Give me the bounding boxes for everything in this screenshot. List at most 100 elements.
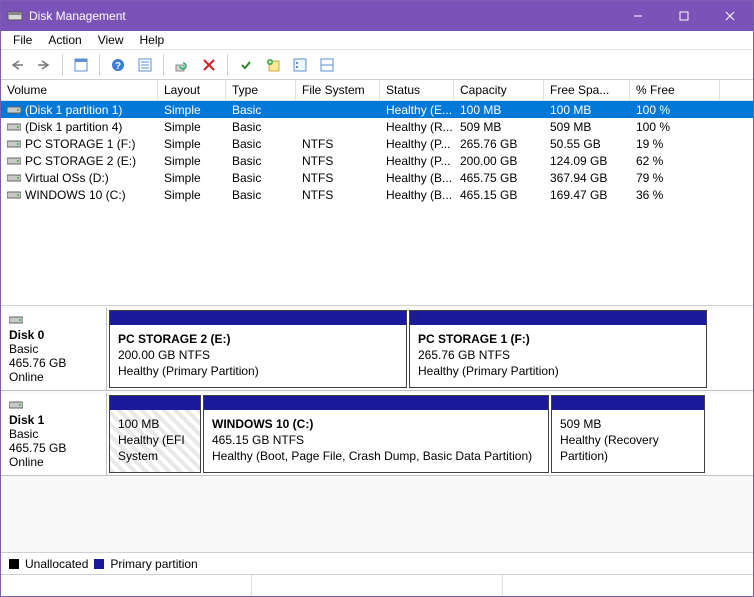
col-layout[interactable]: Layout (158, 80, 226, 100)
col-capacity[interactable]: Capacity (454, 80, 544, 100)
separator (227, 54, 228, 76)
partition[interactable]: PC STORAGE 2 (E:)200.00 GB NTFSHealthy (… (109, 310, 407, 388)
col-freespace[interactable]: Free Spa... (544, 80, 630, 100)
legend-swatch-unallocated (9, 559, 19, 569)
menu-action[interactable]: Action (40, 32, 89, 48)
volume-pct: 79 % (630, 171, 720, 185)
volume-fs: NTFS (296, 137, 380, 151)
disk-state: Online (9, 455, 44, 469)
volume-type: Basic (226, 103, 296, 117)
menubar: File Action View Help (1, 31, 753, 50)
volume-row[interactable]: (Disk 1 partition 1)SimpleBasicHealthy (… (1, 101, 753, 118)
show-console-tree-button[interactable] (69, 53, 93, 77)
maximize-button[interactable] (661, 1, 707, 31)
partition[interactable]: PC STORAGE 1 (F:)265.76 GB NTFSHealthy (… (409, 310, 707, 388)
volume-pct: 62 % (630, 154, 720, 168)
partition-size: 465.15 GB NTFS (212, 433, 304, 447)
menu-file[interactable]: File (5, 32, 40, 48)
statusbar (1, 574, 753, 596)
options-button[interactable] (288, 53, 312, 77)
titlebar[interactable]: Disk Management (1, 1, 753, 31)
partition[interactable]: WINDOWS 10 (C:) 465.15 GB NTFS Healthy (Bo… (203, 395, 549, 473)
disk-row: Disk 1Basic465.75 GBOnline 100 MB Healthy … (1, 393, 753, 476)
check-button[interactable] (234, 53, 258, 77)
minimize-button[interactable] (615, 1, 661, 31)
col-pctfree[interactable]: % Free (630, 80, 720, 100)
disk-management-window: Disk Management File Action View Help ? (0, 0, 754, 597)
volume-row[interactable]: WINDOWS 10 (C:)SimpleBasicNTFSHealthy (B… (1, 186, 753, 203)
col-status[interactable]: Status (380, 80, 454, 100)
volume-free: 509 MB (544, 120, 630, 134)
volume-layout: Simple (158, 154, 226, 168)
volume-layout: Simple (158, 171, 226, 185)
volume-free: 100 MB (544, 103, 630, 117)
partition-colorbar (110, 311, 406, 325)
col-volume[interactable]: Volume (1, 80, 158, 100)
disk-label[interactable]: Disk 0Basic465.76 GBOnline (1, 308, 107, 390)
separator (62, 54, 63, 76)
volume-layout: Simple (158, 137, 226, 151)
volume-capacity: 200.00 GB (454, 154, 544, 168)
volume-capacity: 465.75 GB (454, 171, 544, 185)
volume-type: Basic (226, 154, 296, 168)
refresh-button[interactable] (170, 53, 194, 77)
disk-partitions: PC STORAGE 2 (E:) 200.00 GB NTFS Healthy (… (107, 308, 753, 390)
new-volume-button[interactable] (261, 53, 285, 77)
forward-button[interactable] (32, 53, 56, 77)
svg-text:?: ? (115, 61, 121, 72)
volume-pct: 100 % (630, 103, 720, 117)
volume-row[interactable]: (Disk 1 partition 4)SimpleBasicHealthy (… (1, 118, 753, 135)
partition[interactable]: 509 MBHealthy (Recovery Partition) (551, 395, 705, 473)
separator (99, 54, 100, 76)
col-filesystem[interactable]: File System (296, 80, 380, 100)
disk-row: Disk 0Basic465.76 GBOnlinePC STORAGE 2 (… (1, 308, 753, 391)
volume-layout: Simple (158, 120, 226, 134)
back-button[interactable] (5, 53, 29, 77)
volume-free: 124.09 GB (544, 154, 630, 168)
partition-status: Healthy (Boot, Page File, Crash Dump, Ba… (212, 449, 532, 463)
graphical-view[interactable]: Disk 0Basic465.76 GBOnlinePC STORAGE 2 (… (1, 306, 753, 552)
menu-view[interactable]: View (90, 32, 132, 48)
volume-fs: NTFS (296, 154, 380, 168)
partition-status: Healthy (Primary Partition) (418, 364, 559, 378)
partition-title: PC STORAGE 1 (F:) (418, 332, 530, 346)
volume-pct: 36 % (630, 188, 720, 202)
disk-size: 465.76 GB (9, 356, 66, 370)
volume-list[interactable]: Volume Layout Type File System Status Ca… (1, 80, 753, 306)
separator (163, 54, 164, 76)
partition-title: PC STORAGE 2 (E:) (118, 332, 230, 346)
volume-row[interactable]: Virtual OSs (D:)SimpleBasicNTFSHealthy (… (1, 169, 753, 186)
legend-swatch-primary (94, 559, 104, 569)
disk-label[interactable]: Disk 1Basic465.75 GBOnline (1, 393, 107, 475)
volume-row[interactable]: PC STORAGE 1 (F:)SimpleBasicNTFSHealthy … (1, 135, 753, 152)
volume-status: Healthy (B... (380, 188, 454, 202)
close-button[interactable] (707, 1, 753, 31)
partition-colorbar (110, 396, 200, 410)
partition[interactable]: 100 MB Healthy (EFI System (109, 395, 201, 473)
layout-button[interactable] (315, 53, 339, 77)
disk-size: 465.75 GB (9, 441, 66, 455)
delete-button[interactable] (197, 53, 221, 77)
volume-type: Basic (226, 137, 296, 151)
volume-capacity: 100 MB (454, 103, 544, 117)
partition-size: 200.00 GB NTFS (118, 348, 210, 362)
col-type[interactable]: Type (226, 80, 296, 100)
partition-status: Healthy (EFI System (118, 433, 185, 463)
volume-name: PC STORAGE 1 (F:) (25, 137, 135, 151)
partition-size: 100 MB (118, 417, 159, 431)
volume-status: Healthy (P... (380, 154, 454, 168)
disk-name: Disk 0 (9, 328, 98, 342)
partition-size: 509 MB (560, 417, 601, 431)
properties-button[interactable] (133, 53, 157, 77)
volume-type: Basic (226, 171, 296, 185)
volume-free: 367.94 GB (544, 171, 630, 185)
partition-title: WINDOWS 10 (C:) (212, 417, 313, 431)
volume-free: 169.47 GB (544, 188, 630, 202)
partition-colorbar (204, 396, 548, 410)
disk-type: Basic (9, 427, 38, 441)
menu-help[interactable]: Help (132, 32, 173, 48)
volume-name: Virtual OSs (D:) (25, 171, 109, 185)
help-button[interactable]: ? (106, 53, 130, 77)
volume-row[interactable]: PC STORAGE 2 (E:)SimpleBasicNTFSHealthy … (1, 152, 753, 169)
disk-partitions: 100 MB Healthy (EFI System WINDOWS 10 (C:)… (107, 393, 753, 475)
